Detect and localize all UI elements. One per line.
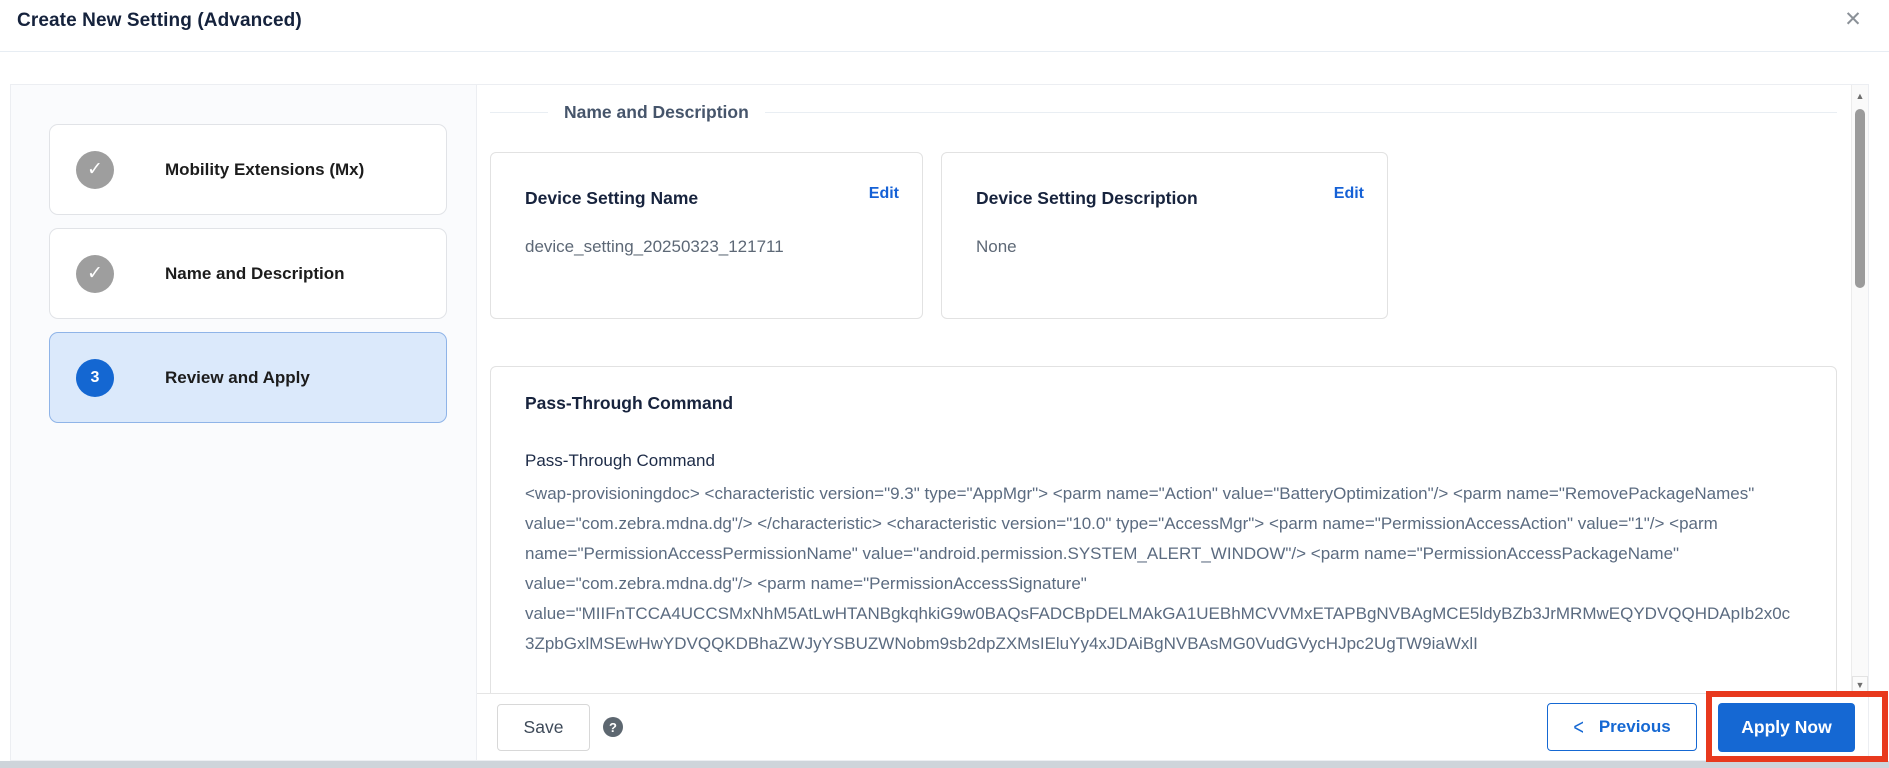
apply-now-button[interactable]: Apply Now [1718, 703, 1855, 752]
card-title: Device Setting Name [525, 188, 698, 209]
vertical-scrollbar[interactable]: ▲ ▼ [1851, 85, 1868, 693]
device-setting-name-card: Device Setting Name Edit device_setting_… [490, 152, 923, 319]
summary-cards-row: Device Setting Name Edit device_setting_… [490, 152, 1837, 319]
review-content: Name and Description Device Setting Name… [477, 85, 1851, 693]
scrollbar-thumb[interactable] [1855, 109, 1865, 288]
pass-through-command-text: <wap-provisioningdoc> <characteristic ve… [525, 479, 1794, 659]
close-icon[interactable]: ✕ [1838, 4, 1868, 34]
scroll-down-icon[interactable]: ▼ [1852, 676, 1868, 693]
step-label: Name and Description [165, 264, 345, 284]
step-label: Review and Apply [165, 368, 310, 388]
device-setting-name-value: device_setting_20250323_121711 [525, 237, 899, 257]
edit-name-link[interactable]: Edit [869, 185, 899, 203]
step-name-and-description[interactable]: ✓ Name and Description [49, 228, 447, 319]
step-label: Mobility Extensions (Mx) [165, 160, 364, 180]
page-background-strip [0, 761, 1889, 768]
step-number-badge: 3 [76, 359, 114, 397]
review-main-panel: Name and Description Device Setting Name… [477, 85, 1868, 760]
dialog-title: Create New Setting (Advanced) [17, 10, 302, 32]
dialog-header: Create New Setting (Advanced) ✕ [0, 0, 1889, 52]
step-review-and-apply[interactable]: 3 Review and Apply [49, 332, 447, 423]
pass-through-card-title: Pass-Through Command [525, 393, 1794, 414]
dialog-footer: Save ? < Previous Apply Now [477, 693, 1868, 760]
device-setting-description-card: Device Setting Description Edit None [941, 152, 1388, 319]
step-complete-check-icon: ✓ [76, 255, 114, 293]
legend-divider [490, 112, 548, 113]
pass-through-command-card: Pass-Through Command Pass-Through Comman… [490, 366, 1837, 693]
device-setting-description-value: None [976, 237, 1364, 257]
wizard-steps-sidebar: ✓ Mobility Extensions (Mx) ✓ Name and De… [11, 85, 477, 760]
step-mobility-extensions[interactable]: ✓ Mobility Extensions (Mx) [49, 124, 447, 215]
save-button[interactable]: Save [497, 704, 590, 751]
section-legend: Name and Description [490, 102, 1837, 123]
section-legend-title: Name and Description [564, 102, 749, 123]
edit-description-link[interactable]: Edit [1334, 185, 1364, 203]
legend-divider [765, 112, 1837, 113]
chevron-left-icon: < [1573, 714, 1584, 740]
previous-button-label: Previous [1599, 717, 1671, 737]
create-setting-dialog: Create New Setting (Advanced) ✕ ✓ Mobili… [0, 0, 1889, 768]
pass-through-field-label: Pass-Through Command [525, 451, 1794, 471]
step-complete-check-icon: ✓ [76, 151, 114, 189]
scroll-up-icon[interactable]: ▲ [1852, 87, 1868, 105]
previous-button[interactable]: < Previous [1547, 703, 1697, 751]
help-icon[interactable]: ? [603, 717, 623, 737]
card-title: Device Setting Description [976, 188, 1198, 209]
dialog-body: ✓ Mobility Extensions (Mx) ✓ Name and De… [10, 84, 1869, 761]
